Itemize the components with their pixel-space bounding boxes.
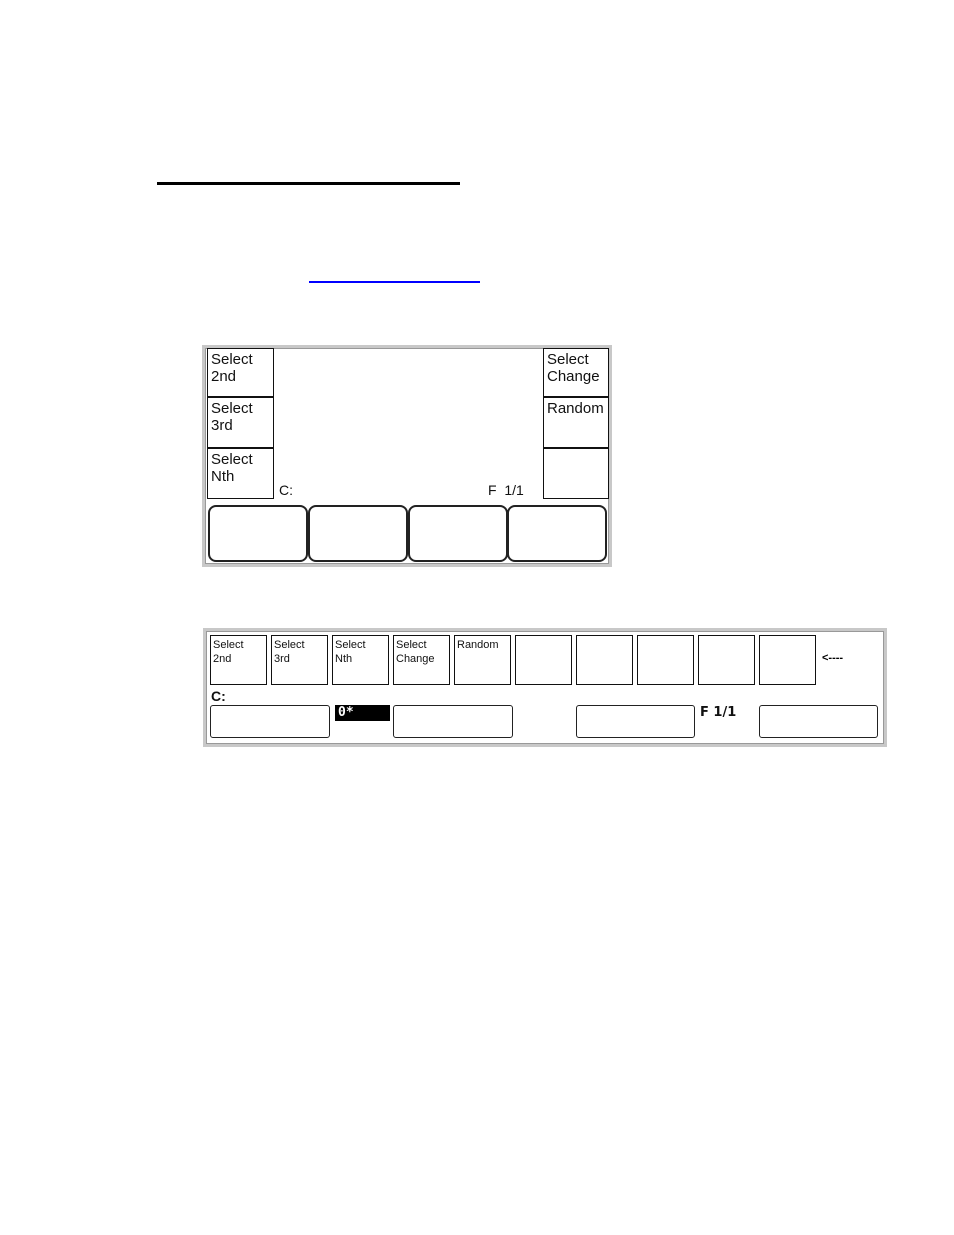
softkey-random[interactable]: Random <box>454 635 511 685</box>
softkey-panel-vertical: Select 2nd Select 3rd Select Nth Select … <box>202 345 612 567</box>
document-page: Select 2nd Select 3rd Select Nth Select … <box>0 0 954 1235</box>
bottom-softkey-4[interactable] <box>507 505 607 562</box>
bottom-softkey-2[interactable] <box>308 505 408 562</box>
bottom-softkey-1[interactable] <box>210 705 330 738</box>
softkey-select-nth[interactable]: Select Nth <box>207 448 274 499</box>
bottom-softkey-1[interactable] <box>208 505 308 562</box>
channel-label: C: <box>211 688 226 704</box>
softkey-empty-9[interactable] <box>698 635 755 685</box>
page-indicator: F 1/1 <box>700 705 737 720</box>
softkey-empty[interactable] <box>543 448 609 499</box>
softkey-select-3rd[interactable]: Select 3rd <box>271 635 328 685</box>
bottom-softkey-3[interactable] <box>408 505 508 562</box>
softkey-empty-10[interactable] <box>759 635 816 685</box>
softkey-empty-8[interactable] <box>637 635 694 685</box>
softkey-select-change[interactable]: Select Change <box>393 635 450 685</box>
channel-label: C: <box>279 482 293 498</box>
softkey-empty-7[interactable] <box>576 635 633 685</box>
softkey-select-2nd[interactable]: Select 2nd <box>210 635 267 685</box>
bottom-softkey-3[interactable] <box>576 705 695 738</box>
softkey-empty-6[interactable] <box>515 635 572 685</box>
softkey-select-2nd[interactable]: Select 2nd <box>207 348 274 397</box>
softkey-random[interactable]: Random <box>543 397 609 448</box>
softkey-select-3rd[interactable]: Select 3rd <box>207 397 274 448</box>
page-indicator: F 1/1 <box>488 482 524 498</box>
arrow-indicator: <---- <box>822 652 844 664</box>
command-line-value: 0* <box>335 705 390 721</box>
bottom-softkey-4[interactable] <box>759 705 878 738</box>
softkey-select-change[interactable]: Select Change <box>543 348 609 397</box>
bottom-softkey-2[interactable] <box>393 705 513 738</box>
softkey-select-nth[interactable]: Select Nth <box>332 635 389 685</box>
softkey-panel-horizontal: Select 2nd Select 3rd Select Nth Select … <box>203 628 887 747</box>
hyperlink-underline[interactable] <box>309 281 480 283</box>
heading-rule <box>157 182 460 185</box>
